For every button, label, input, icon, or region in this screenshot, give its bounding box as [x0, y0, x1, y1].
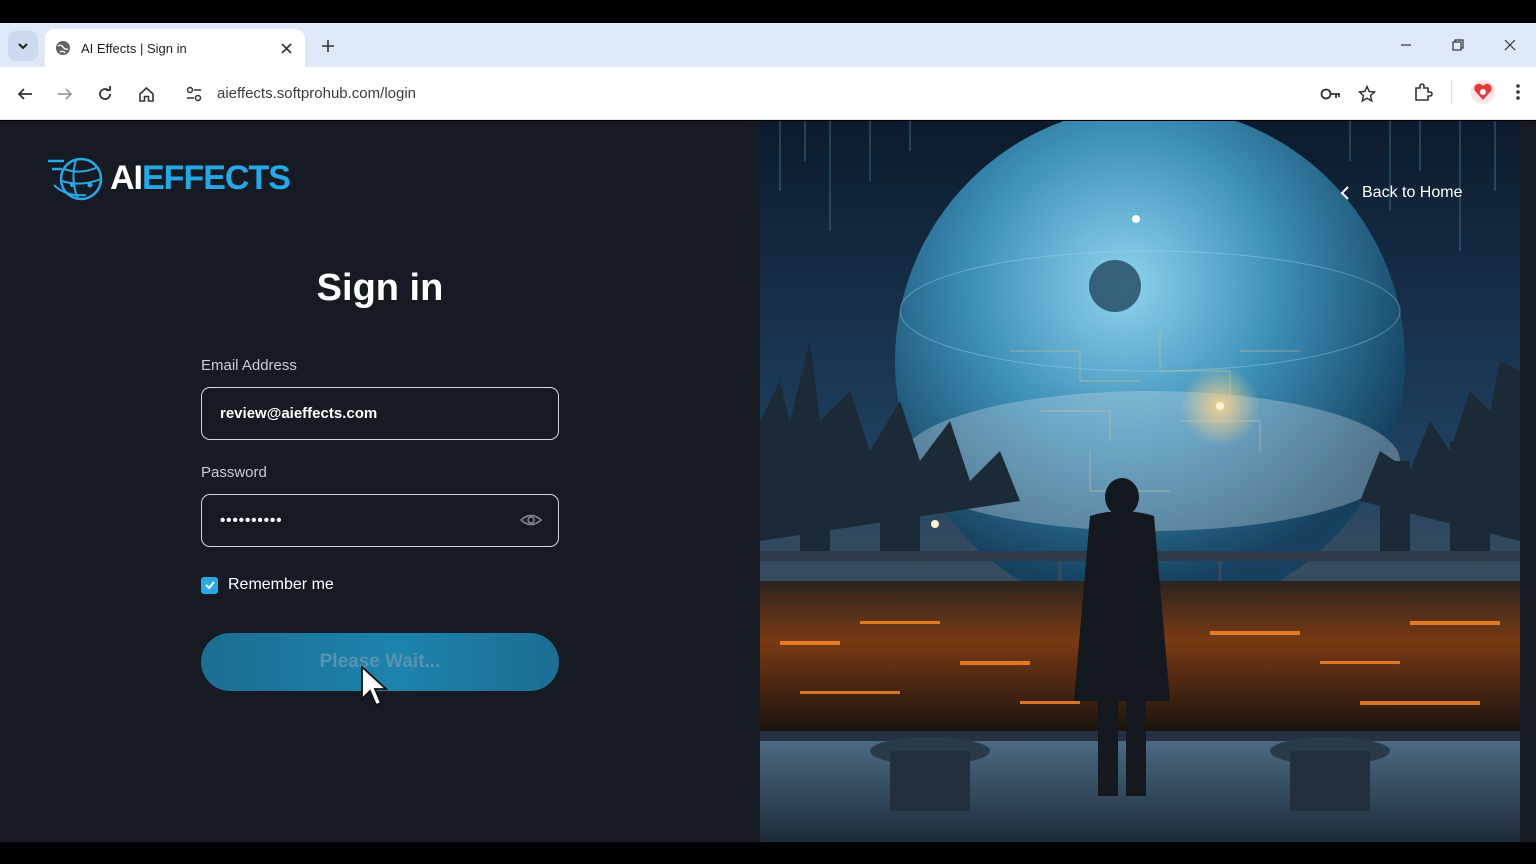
- close-window-button[interactable]: [1484, 23, 1536, 67]
- extensions-icon[interactable]: [1413, 82, 1433, 102]
- forward-arrow-icon: [58, 88, 73, 100]
- email-label: Email Address: [201, 357, 297, 374]
- brand-logo[interactable]: AIEFFECTS: [46, 155, 296, 225]
- tab-title: AI Effects | Sign in: [81, 40, 187, 56]
- home-button[interactable]: [131, 79, 161, 109]
- checkmark-icon: [204, 581, 215, 590]
- eye-icon[interactable]: [520, 511, 542, 529]
- profile-icon[interactable]: [1470, 79, 1496, 105]
- top-black-bar: [0, 0, 1536, 23]
- minimize-button[interactable]: [1380, 23, 1432, 67]
- chevron-left-icon: [1340, 186, 1349, 200]
- plus-icon: [322, 40, 334, 52]
- password-field[interactable]: ••••••••••: [201, 494, 559, 547]
- new-tab-button[interactable]: [314, 33, 342, 59]
- login-panel: AIEFFECTS Sign in Email Address review@a…: [0, 121, 760, 842]
- back-button[interactable]: [10, 79, 40, 109]
- logo-ai-text: AI: [110, 159, 143, 197]
- globe-icon: [56, 41, 70, 55]
- email-value: review@aieffects.com: [220, 405, 378, 422]
- back-to-home-label: Back to Home: [1362, 184, 1463, 201]
- bottom-black-bar: [0, 842, 1536, 864]
- logo-wordmark: AIEFFECTS: [110, 159, 291, 198]
- active-tab[interactable]: AI Effects | Sign in: [45, 29, 305, 67]
- reload-button[interactable]: [90, 79, 120, 109]
- forward-button[interactable]: [50, 79, 80, 109]
- restore-button[interactable]: [1432, 23, 1484, 67]
- toolbar-right: [1413, 79, 1526, 105]
- site-info-button[interactable]: [176, 75, 212, 112]
- remember-label: Remember me: [228, 576, 334, 593]
- address-bar-actions: [1320, 75, 1376, 112]
- password-value: ••••••••••: [220, 512, 283, 529]
- home-icon: [138, 86, 154, 102]
- close-icon[interactable]: [277, 39, 295, 57]
- window-controls: [1380, 23, 1536, 67]
- tab-strip: AI Effects | Sign in: [0, 23, 1536, 67]
- minimize-icon: [1401, 44, 1411, 46]
- menu-dots-icon[interactable]: [1510, 82, 1526, 102]
- logo-effects-text: EFFECTS: [142, 159, 291, 197]
- password-label: Password: [201, 464, 267, 481]
- close-icon: [1504, 39, 1516, 51]
- remember-me[interactable]: Remember me: [201, 576, 334, 594]
- page-title: Sign in: [316, 267, 444, 309]
- logo-globe-icon: [48, 157, 103, 201]
- tab-search-icon: [18, 43, 28, 50]
- back-arrow-icon: [17, 88, 32, 100]
- cursor-arrow-icon: [361, 665, 389, 707]
- right-edge: [1520, 121, 1536, 842]
- restore-icon: [1452, 39, 1464, 51]
- email-field[interactable]: review@aieffects.com: [201, 387, 559, 440]
- star-icon[interactable]: [1358, 84, 1376, 103]
- remember-checkbox[interactable]: [201, 576, 218, 594]
- hero-illustration: [760, 121, 1520, 842]
- hero-image: [760, 121, 1520, 842]
- key-icon[interactable]: [1320, 87, 1342, 101]
- site-info-icon: [186, 86, 202, 101]
- tab-search-button[interactable]: [8, 31, 38, 61]
- browser-toolbar: aieffects.softprohub.com/login: [0, 67, 1536, 120]
- page-content: AIEFFECTS Sign in Email Address review@a…: [0, 121, 1536, 842]
- reload-icon: [99, 86, 111, 100]
- address-bar[interactable]: aieffects.softprohub.com/login: [176, 75, 1376, 112]
- toolbar-divider: [1451, 81, 1452, 103]
- back-to-home-link[interactable]: Back to Home: [1340, 184, 1462, 202]
- url-text[interactable]: aieffects.softprohub.com/login: [217, 85, 416, 102]
